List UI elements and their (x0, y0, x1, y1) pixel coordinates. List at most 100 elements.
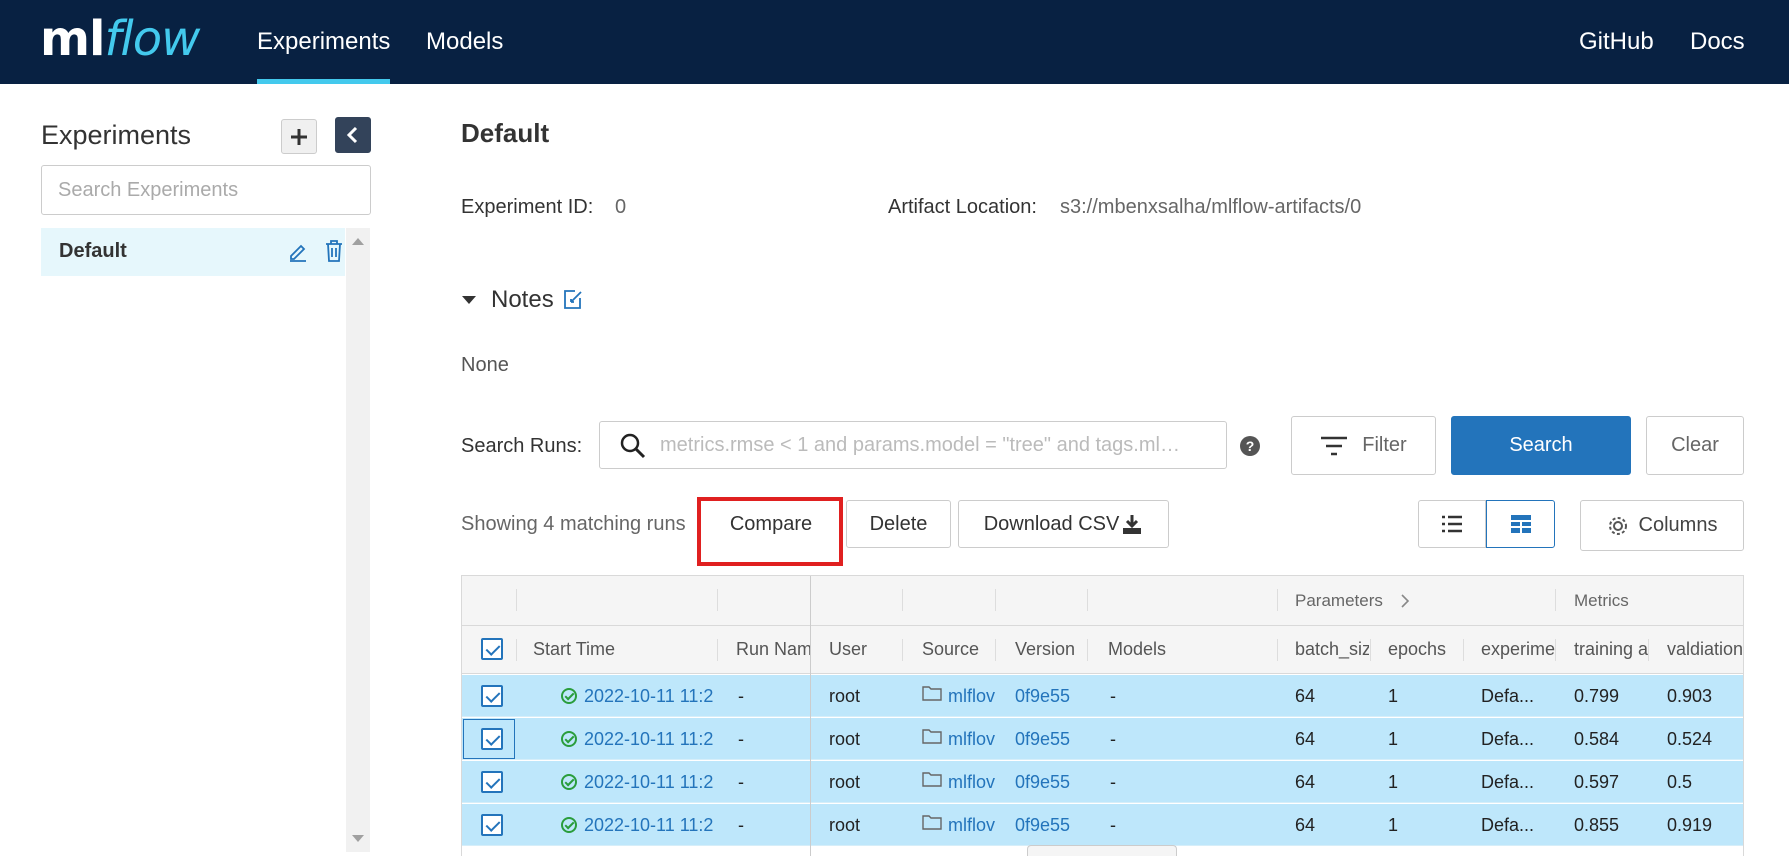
row-checkbox[interactable] (481, 814, 503, 836)
search-icon (620, 433, 646, 459)
list-view-button[interactable] (1418, 500, 1486, 548)
columns-button[interactable]: Columns (1580, 500, 1744, 551)
filter-icon (1321, 436, 1348, 455)
view-toggle (1418, 500, 1555, 548)
start-time-link[interactable]: 2022-10-11 11:2 (584, 772, 714, 793)
user-cell: root (829, 729, 861, 749)
folder-icon (922, 815, 942, 830)
select-all-checkbox[interactable] (481, 638, 503, 660)
run-name-cell: - (738, 686, 744, 706)
source-link[interactable]: mlflov (948, 686, 998, 707)
col-validation-accuracy[interactable]: valdiation (1667, 639, 1743, 660)
row-checkbox[interactable] (481, 771, 503, 793)
search-button[interactable]: Search (1451, 416, 1631, 475)
source-link[interactable]: mlflov (948, 772, 998, 793)
folder-icon (922, 772, 942, 787)
row-checkbox[interactable] (481, 685, 503, 707)
epochs-cell: 1 (1388, 815, 1399, 835)
nav-github[interactable]: GitHub (1579, 0, 1654, 84)
scroll-down-icon[interactable] (352, 835, 364, 842)
parameters-group-label[interactable]: Parameters (1295, 591, 1383, 611)
grid-view-button[interactable] (1486, 500, 1555, 548)
epochs-cell: 1 (1388, 772, 1399, 792)
start-time-link[interactable]: 2022-10-11 11:2 (584, 815, 714, 836)
table-horizontal-scrollbar[interactable] (1027, 845, 1177, 856)
experiment-cell: Defa... (1481, 815, 1535, 835)
table-header-row: Start Time Run Nam User Source Version M… (462, 626, 1743, 674)
search-experiments-input[interactable] (41, 165, 371, 215)
batch-size-cell: 64 (1295, 729, 1316, 749)
table-row[interactable]: 2022-10-11 11:2 - root mlflov 0f9e55 - 6… (462, 761, 1743, 803)
experiment-id-value: 0 (615, 196, 627, 218)
runs-table: Parameters Metrics Start Time Run Nam Us… (461, 575, 1744, 856)
collapse-sidebar-button[interactable] (335, 117, 371, 153)
download-icon (1123, 515, 1142, 534)
help-icon[interactable]: ? (1240, 436, 1260, 456)
plus-icon (291, 128, 307, 145)
nav-experiments[interactable]: Experiments (257, 0, 391, 84)
notes-toggle-icon[interactable] (462, 296, 476, 304)
validation-accuracy-cell: 0.903 (1667, 686, 1713, 706)
table-row[interactable]: 2022-10-11 11:2 - root mlflov 0f9e55 - 6… (462, 718, 1743, 760)
col-user[interactable]: User (829, 639, 899, 660)
pinned-columns-divider (810, 576, 811, 856)
sidebar-scrollbar[interactable] (346, 228, 370, 852)
table-icon (1510, 515, 1531, 533)
user-cell: root (829, 772, 861, 792)
version-link[interactable]: 0f9e55 (1015, 686, 1070, 707)
table-row[interactable]: 2022-10-11 11:2 - root mlflov 0f9e55 - 6… (462, 675, 1743, 717)
success-icon (561, 817, 577, 833)
col-run-name[interactable]: Run Nam (736, 639, 810, 660)
epochs-cell: 1 (1388, 686, 1399, 706)
user-cell: root (829, 815, 861, 835)
clear-button[interactable]: Clear (1646, 416, 1744, 475)
chevron-right-icon[interactable] (1400, 593, 1410, 609)
source-link[interactable]: mlflov (948, 729, 998, 750)
delete-button[interactable]: Delete (846, 500, 951, 548)
validation-accuracy-cell: 0.5 (1667, 772, 1693, 792)
experiment-cell: Defa... (1481, 686, 1535, 706)
start-time-link[interactable]: 2022-10-11 11:2 (584, 729, 714, 750)
row-checkbox[interactable] (481, 728, 503, 750)
col-models[interactable]: Models (1108, 639, 1268, 660)
col-experiment[interactable]: experime (1481, 639, 1555, 660)
source-link[interactable]: mlflov (948, 815, 998, 836)
edit-icon[interactable] (287, 240, 309, 262)
start-time-link[interactable]: 2022-10-11 11:2 (584, 686, 714, 707)
notes-value: None (461, 354, 509, 376)
filter-button[interactable]: Filter (1291, 416, 1436, 475)
col-training-accuracy[interactable]: training a (1574, 639, 1648, 660)
col-source[interactable]: Source (922, 639, 992, 660)
col-epochs[interactable]: epochs (1388, 639, 1462, 660)
col-version[interactable]: Version (1015, 639, 1085, 660)
trash-icon[interactable] (324, 239, 344, 263)
version-link[interactable]: 0f9e55 (1015, 815, 1070, 836)
nav-docs[interactable]: Docs (1690, 0, 1745, 84)
artifact-location-value: s3://mbenxsalha/mlflow-artifacts/0 (1060, 196, 1362, 218)
success-icon (561, 731, 577, 747)
edit-notes-icon[interactable] (562, 289, 584, 311)
col-start-time[interactable]: Start Time (533, 639, 713, 660)
scroll-up-icon[interactable] (352, 238, 364, 245)
experiment-item-default[interactable]: Default (41, 228, 345, 276)
metrics-group-label[interactable]: Metrics (1574, 591, 1629, 611)
gear-icon (1608, 516, 1627, 535)
batch-size-cell: 64 (1295, 772, 1316, 792)
version-link[interactable]: 0f9e55 (1015, 729, 1070, 750)
nav-models[interactable]: Models (426, 0, 503, 84)
validation-accuracy-cell: 0.919 (1667, 815, 1713, 835)
showing-runs-text: Showing 4 matching runs (461, 513, 686, 535)
notes-label[interactable]: Notes (491, 286, 554, 314)
add-experiment-button[interactable] (281, 119, 317, 154)
mlflow-logo[interactable]: mlflow (40, 4, 200, 74)
table-row[interactable]: 2022-10-11 11:2 - root mlflov 0f9e55 - 6… (462, 804, 1743, 846)
col-batch-size[interactable]: batch_siz (1295, 639, 1369, 660)
experiment-cell: Defa... (1481, 772, 1535, 792)
search-runs-box[interactable] (599, 421, 1227, 469)
download-csv-button[interactable]: Download CSV (958, 500, 1169, 548)
training-accuracy-cell: 0.799 (1574, 686, 1620, 706)
download-csv-label: Download CSV (983, 512, 1120, 535)
experiment-item-label: Default (59, 240, 127, 262)
version-link[interactable]: 0f9e55 (1015, 772, 1070, 793)
search-runs-input[interactable] (660, 422, 1215, 468)
